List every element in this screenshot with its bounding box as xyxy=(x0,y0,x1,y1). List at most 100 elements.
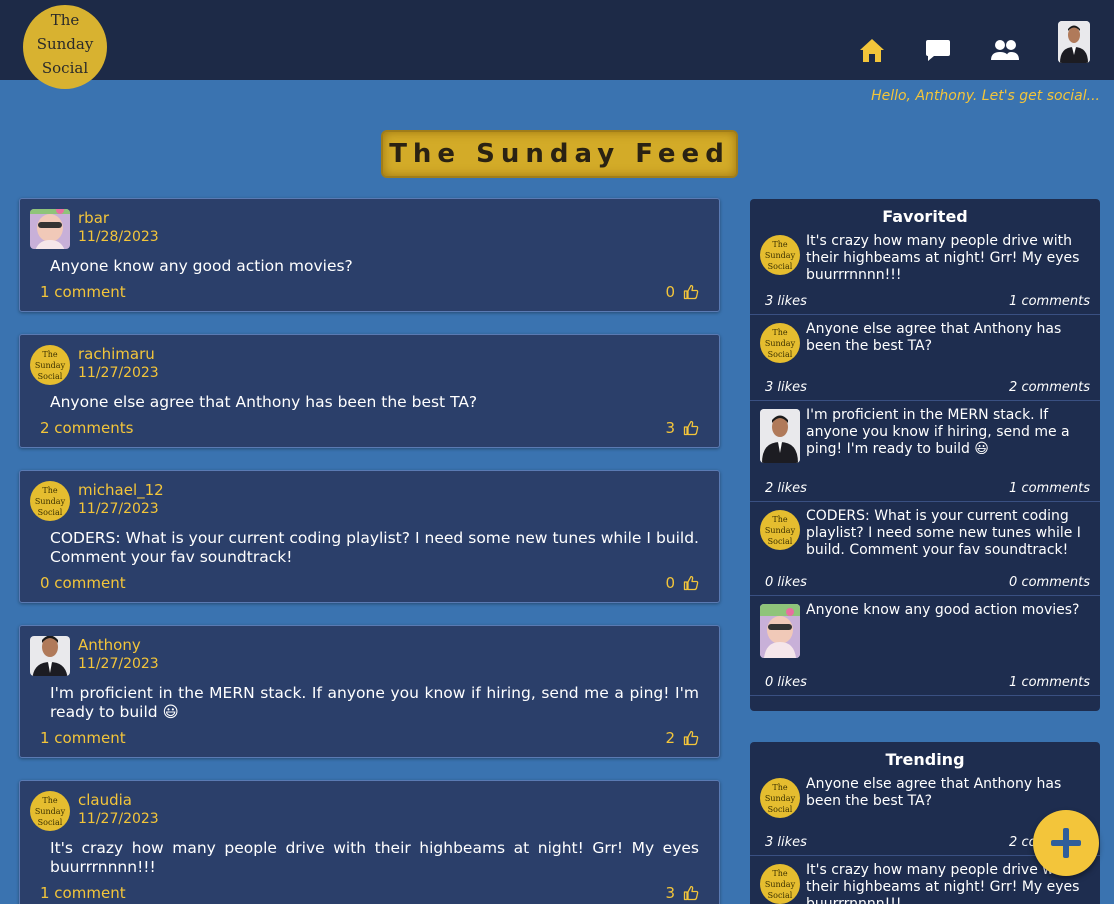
like-button[interactable]: 0 xyxy=(665,283,699,301)
like-button[interactable]: 2 xyxy=(665,729,699,747)
logo-line-2: Sunday xyxy=(36,35,94,53)
mini-logo-line: Sunday xyxy=(764,880,796,889)
post-username[interactable]: claudia xyxy=(78,791,159,810)
item-text: I'm proficient in the MERN stack. If any… xyxy=(806,407,1070,457)
favorited-title: Favorited xyxy=(882,207,968,226)
like-count: 0 xyxy=(665,283,675,301)
item-comments: 0 comments xyxy=(1009,575,1090,590)
mini-logo-line: Social xyxy=(37,818,63,827)
post-header: Anthony 11/27/2023 xyxy=(30,636,699,678)
post-date: 11/27/2023 xyxy=(78,501,159,517)
post-username[interactable]: michael_12 xyxy=(78,481,164,500)
mini-logo-line: The xyxy=(42,350,58,359)
trending-title: Trending xyxy=(885,750,965,769)
favorited-item[interactable]: The Sunday Social CODERS: What is your curr… xyxy=(750,502,1100,596)
mini-logo-line: Sunday xyxy=(764,794,796,803)
favorited-item[interactable]: The Sunday Social It's crazy how many peopl… xyxy=(750,227,1100,315)
post-card: The Sunday Social rachimaru 11/27/2023 Anyone… xyxy=(19,334,720,448)
post-footer: 0 comment 0 xyxy=(30,574,699,592)
item-footer: 2 likes 1 comments xyxy=(765,481,1090,496)
thumbs-up-icon[interactable] xyxy=(683,730,699,746)
post-meta: rbar 11/28/2023 xyxy=(78,209,159,247)
post-header: The Sunday Social michael_12 11/27/2023 xyxy=(30,481,699,523)
comments-link[interactable]: 1 comment xyxy=(40,729,126,747)
mini-logo-line: Social xyxy=(37,508,63,517)
post-date: 11/27/2023 xyxy=(78,656,159,672)
item-likes: 0 likes xyxy=(765,575,807,590)
site-logo[interactable]: The Sunday Social xyxy=(23,5,107,89)
post-date: 11/27/2023 xyxy=(78,811,159,827)
thumbs-up-icon[interactable] xyxy=(683,284,699,300)
thumbs-up-icon[interactable] xyxy=(683,420,699,436)
avatar: The Sunday Social xyxy=(760,323,800,363)
mini-logo-line: The xyxy=(772,869,788,878)
favorited-item[interactable]: I'm proficient in the MERN stack. If any… xyxy=(750,401,1100,502)
thumbs-up-icon[interactable] xyxy=(683,885,699,901)
chat-icon[interactable] xyxy=(922,34,954,66)
item-text: It's crazy how many people drive with th… xyxy=(806,233,1080,283)
post-username[interactable]: Anthony xyxy=(78,636,159,655)
item-row: The Sunday Social It's crazy how many peopl… xyxy=(760,233,1090,284)
sunday-social-logo: The Sunday Social xyxy=(30,481,70,518)
item-text: Anyone else agree that Anthony has been … xyxy=(806,776,1062,809)
item-text: Anyone else agree that Anthony has been … xyxy=(806,321,1062,354)
item-likes: 3 likes xyxy=(765,835,807,850)
mini-logo-line: The xyxy=(772,240,788,249)
mini-logo-line: Sunday xyxy=(764,526,796,535)
post-text: Anyone know any good action movies? xyxy=(50,257,353,275)
avatar[interactable] xyxy=(30,636,70,676)
mini-logo-line: Social xyxy=(767,350,793,359)
item-row: The Sunday Social It's crazy how many peopl… xyxy=(760,862,1090,904)
like-button[interactable]: 0 xyxy=(665,574,699,592)
item-text: Anyone know any good action movies? xyxy=(806,602,1080,618)
comments-link[interactable]: 1 comment xyxy=(40,283,126,301)
sunday-social-logo: The Sunday Social xyxy=(760,864,800,901)
post-username[interactable]: rachimaru xyxy=(78,345,159,364)
item-text: CODERS: What is your current coding play… xyxy=(806,508,1081,558)
like-button[interactable]: 3 xyxy=(665,884,699,902)
post-footer: 1 comment 3 xyxy=(30,884,699,902)
friends-icon[interactable] xyxy=(989,34,1021,66)
avatar[interactable] xyxy=(30,209,70,249)
favorited-item[interactable]: Anyone know any good action movies? 0 lik… xyxy=(750,596,1100,696)
avatar: The Sunday Social xyxy=(760,510,800,550)
greeting-text: Hello, Anthony. Let's get social... xyxy=(871,88,1100,104)
mini-logo-line: The xyxy=(772,783,788,792)
thumbs-up-icon[interactable] xyxy=(683,575,699,591)
avatar[interactable]: The Sunday Social xyxy=(30,791,70,831)
post-meta: michael_12 11/27/2023 xyxy=(78,481,164,519)
post-username[interactable]: rbar xyxy=(78,209,159,228)
item-likes: 0 likes xyxy=(765,675,807,690)
avatar: The Sunday Social xyxy=(760,778,800,818)
comments-link[interactable]: 0 comment xyxy=(40,574,126,592)
comments-link[interactable]: 2 comments xyxy=(40,419,133,437)
sunday-social-logo: The Sunday Social xyxy=(30,345,70,382)
post-card: The Sunday Social michael_12 11/27/2023 CODER… xyxy=(19,470,720,603)
post-text: CODERS: What is your current coding play… xyxy=(50,529,699,566)
avatar: The Sunday Social xyxy=(760,864,800,904)
like-count: 2 xyxy=(665,729,675,747)
post-card: rbar 11/28/2023 Anyone know any good actio… xyxy=(19,198,720,312)
mini-logo-line: The xyxy=(42,796,58,805)
sunday-social-logo: The Sunday Social xyxy=(30,791,70,828)
item-row: Anyone know any good action movies? xyxy=(760,602,1090,658)
mini-logo-line: The xyxy=(772,328,788,337)
comments-link[interactable]: 1 comment xyxy=(40,884,126,902)
avatar xyxy=(760,604,800,658)
mini-logo-line: Social xyxy=(767,805,793,814)
like-button[interactable]: 3 xyxy=(665,419,699,437)
favorited-item[interactable]: The Sunday Social Anyone else agree that An… xyxy=(750,315,1100,401)
post-text: It's crazy how many people drive with th… xyxy=(50,839,699,876)
plus-icon xyxy=(1051,828,1081,858)
post-card: Anthony 11/27/2023 I'm proficient in the M… xyxy=(19,625,720,758)
item-row: The Sunday Social Anyone else agree that An… xyxy=(760,776,1090,818)
home-icon[interactable] xyxy=(856,34,888,66)
mini-logo-line: Sunday xyxy=(34,497,66,506)
avatar[interactable]: The Sunday Social xyxy=(30,345,70,385)
item-footer: 3 likes 2 comments xyxy=(765,380,1090,395)
item-comments: 1 comments xyxy=(1009,675,1090,690)
add-post-button[interactable] xyxy=(1033,810,1099,876)
post-footer: 1 comment 0 xyxy=(30,283,699,301)
avatar[interactable]: The Sunday Social xyxy=(30,481,70,521)
profile-avatar[interactable] xyxy=(1058,21,1090,63)
